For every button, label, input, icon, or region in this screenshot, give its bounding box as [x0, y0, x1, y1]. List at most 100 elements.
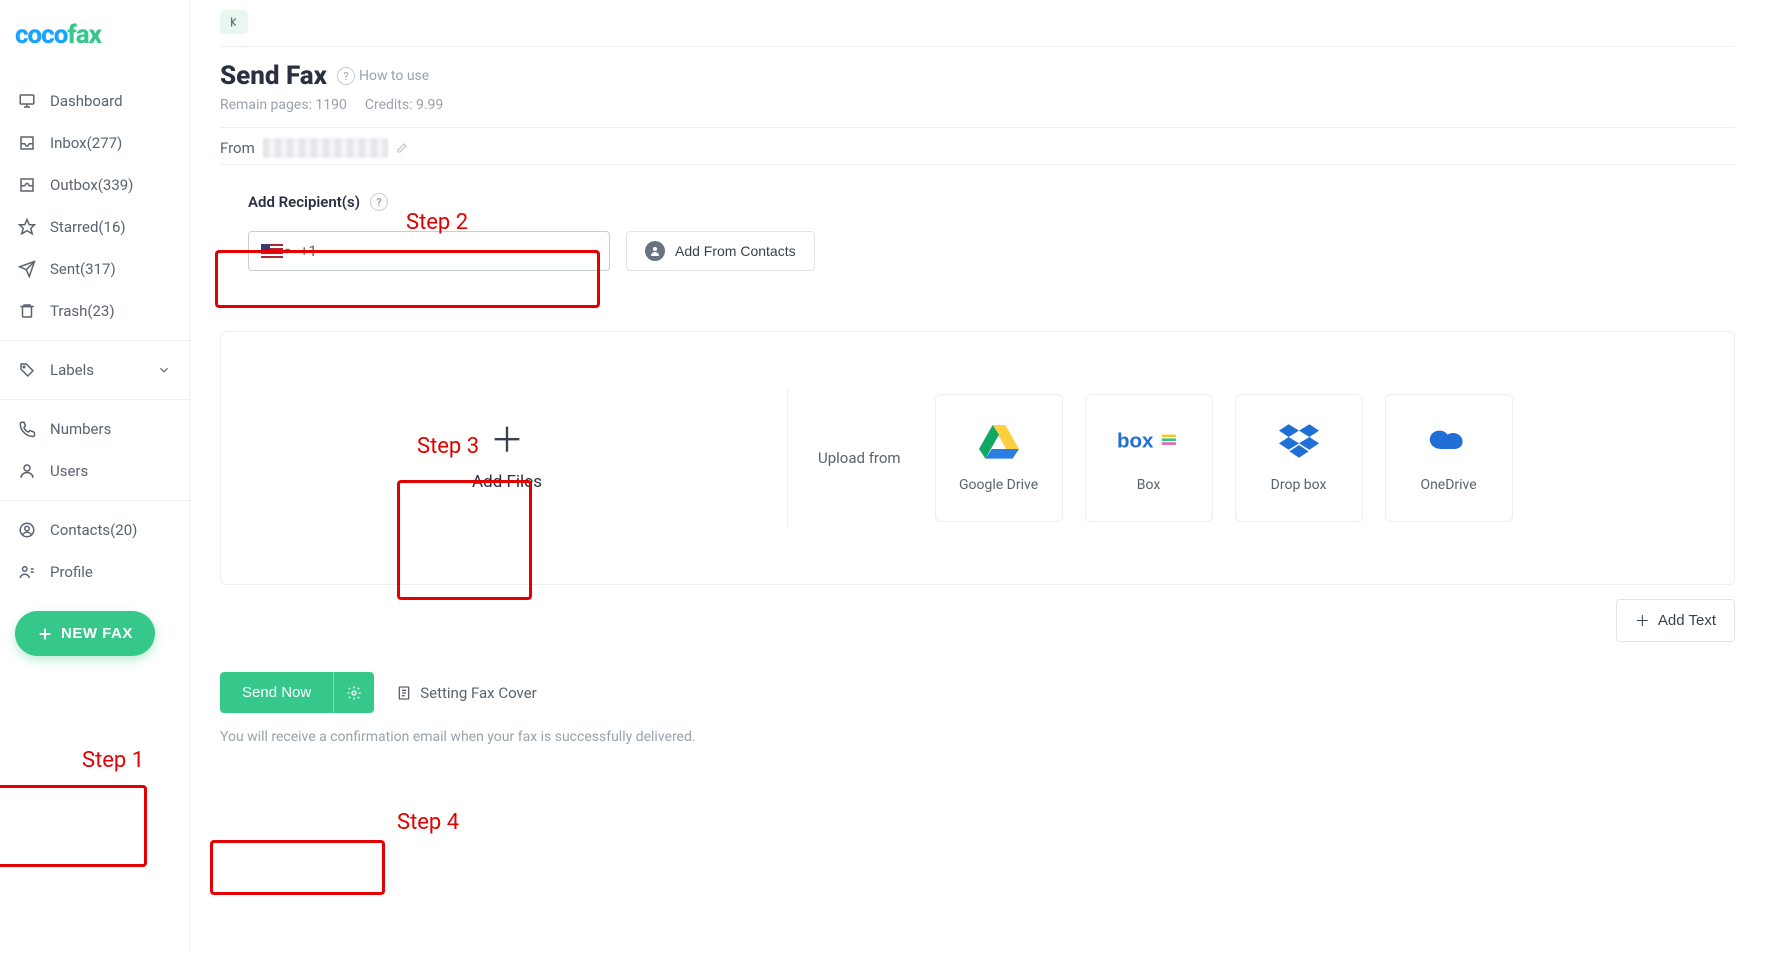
upload-source-onedrive[interactable]: OneDrive: [1385, 394, 1513, 522]
add-text-button[interactable]: ＋ Add Text: [1616, 599, 1735, 642]
gear-icon: [346, 685, 362, 701]
plus-icon: [37, 626, 53, 642]
edit-from-button[interactable]: [396, 142, 408, 154]
sidebar-item-label: Numbers: [50, 420, 111, 438]
sidebar-item-labels[interactable]: Labels: [0, 349, 189, 391]
add-files-button[interactable]: ＋ Add Files: [257, 424, 757, 492]
remain-pages-value: Remain pages: 1190: [220, 97, 347, 113]
box-icon: box: [1117, 423, 1181, 459]
confirmation-note: You will receive a confirmation email wh…: [220, 729, 1735, 745]
add-from-contacts-label: Add From Contacts: [675, 243, 796, 259]
recipient-number-field[interactable]: [327, 243, 597, 260]
phone-icon: [18, 420, 36, 438]
monitor-icon: [18, 92, 36, 110]
sidebar-item-users[interactable]: Users: [0, 450, 189, 492]
sidebar-item-inbox[interactable]: Inbox(277): [0, 122, 189, 164]
dial-code: +1: [300, 242, 317, 260]
trash-icon: [18, 302, 36, 320]
page-title: Send Fax: [220, 61, 327, 91]
add-files-label: Add Files: [472, 472, 542, 492]
setting-cover-label: Setting Fax Cover: [420, 684, 537, 702]
country-flag-selector[interactable]: ▾: [261, 244, 290, 258]
sidebar-item-outbox[interactable]: Outbox(339): [0, 164, 189, 206]
add-recipients-label: Add Recipient(s): [248, 193, 360, 211]
sidebar-item-label: Users: [50, 462, 88, 480]
sidebar-item-contacts[interactable]: Contacts(20): [0, 509, 189, 551]
add-text-label: Add Text: [1658, 612, 1716, 629]
sidebar-item-starred[interactable]: Starred(16): [0, 206, 189, 248]
dropbox-icon: [1279, 423, 1319, 459]
profile-icon: [18, 563, 36, 581]
source-label: Google Drive: [959, 477, 1038, 493]
plus-icon: ＋: [490, 424, 524, 458]
files-section: ＋ Add Files Upload from Google Drive box: [220, 331, 1735, 585]
google-drive-icon: [979, 423, 1019, 459]
add-from-contacts-button[interactable]: Add From Contacts: [626, 231, 815, 271]
page-header: Send Fax ? How to use Remain pages: 1190…: [220, 61, 1735, 113]
main-content: Send Fax ? How to use Remain pages: 1190…: [190, 0, 1775, 953]
recipients-section: Add Recipient(s) ? ▾ +1 Add From Conta: [220, 164, 1735, 281]
sidebar-item-label: Starred(16): [50, 218, 126, 236]
credits-value: Credits: 9.99: [365, 97, 443, 113]
divider: [220, 127, 1735, 128]
document-icon: [396, 685, 412, 701]
annotation-step4: Step 4: [397, 810, 459, 835]
help-icon: ?: [337, 67, 355, 85]
from-number-redacted: [263, 138, 388, 158]
sidebar: cocofax Dashboard Inbox(277) Outbox(339)…: [0, 0, 190, 953]
source-label: Box: [1137, 477, 1161, 493]
star-icon: [18, 218, 36, 236]
sidebar-item-trash[interactable]: Trash(23): [0, 290, 189, 332]
onedrive-icon: [1425, 423, 1473, 459]
sidebar-item-sent[interactable]: Sent(317): [0, 248, 189, 290]
contacts-icon: [18, 521, 36, 539]
source-label: Drop box: [1271, 477, 1327, 493]
user-icon: [18, 462, 36, 480]
sidebar-item-label: Labels: [50, 361, 94, 379]
sidebar-item-label: Contacts(20): [50, 521, 137, 539]
plus-icon: ＋: [1635, 610, 1650, 631]
sidebar-item-label: Outbox(339): [50, 176, 133, 194]
send-icon: [18, 260, 36, 278]
from-label: From: [220, 139, 255, 157]
logo: cocofax: [0, 20, 189, 80]
sidebar-item-label: Sent(317): [50, 260, 116, 278]
inbox-icon: [18, 134, 36, 152]
help-icon[interactable]: ?: [370, 193, 388, 211]
upload-source-google-drive[interactable]: Google Drive: [935, 394, 1063, 522]
sidebar-item-label: Dashboard: [50, 92, 123, 110]
chevron-down-icon: [157, 363, 171, 377]
sidebar-item-numbers[interactable]: Numbers: [0, 408, 189, 450]
sidebar-item-profile[interactable]: Profile: [0, 551, 189, 593]
outbox-icon: [18, 176, 36, 194]
person-icon: [645, 241, 665, 261]
upload-source-box[interactable]: box Box: [1085, 394, 1213, 522]
caret-down-icon: ▾: [285, 246, 290, 257]
source-label: OneDrive: [1420, 477, 1476, 493]
upload-source-dropbox[interactable]: Drop box: [1235, 394, 1363, 522]
recipient-phone-input[interactable]: ▾ +1: [248, 231, 610, 271]
sidebar-item-label: Inbox(277): [50, 134, 122, 152]
upload-from-label: Upload from: [818, 449, 901, 467]
setting-fax-cover-link[interactable]: Setting Fax Cover: [396, 684, 537, 702]
how-to-use-label: How to use: [359, 68, 429, 84]
sidebar-item-label: Trash(23): [50, 302, 115, 320]
sidebar-item-label: Profile: [50, 563, 93, 581]
logo-part1: coco: [15, 20, 67, 50]
tag-icon: [18, 361, 36, 379]
collapse-sidebar-button[interactable]: [220, 10, 248, 34]
send-options-button[interactable]: [333, 672, 374, 713]
sidebar-item-dashboard[interactable]: Dashboard: [0, 80, 189, 122]
svg-text:box: box: [1117, 429, 1154, 452]
divider: [220, 46, 1735, 47]
us-flag-icon: [261, 244, 283, 258]
send-now-button[interactable]: Send Now: [220, 672, 333, 713]
how-to-use-link[interactable]: ? How to use: [337, 67, 429, 85]
from-row: From: [220, 138, 1735, 158]
new-fax-label: NEW FAX: [61, 625, 133, 642]
annotation-box-step4: [210, 840, 385, 895]
logo-part2: fax: [67, 20, 101, 50]
send-now-label: Send Now: [242, 684, 311, 701]
new-fax-button[interactable]: NEW FAX: [15, 611, 155, 656]
divider: [787, 388, 788, 528]
